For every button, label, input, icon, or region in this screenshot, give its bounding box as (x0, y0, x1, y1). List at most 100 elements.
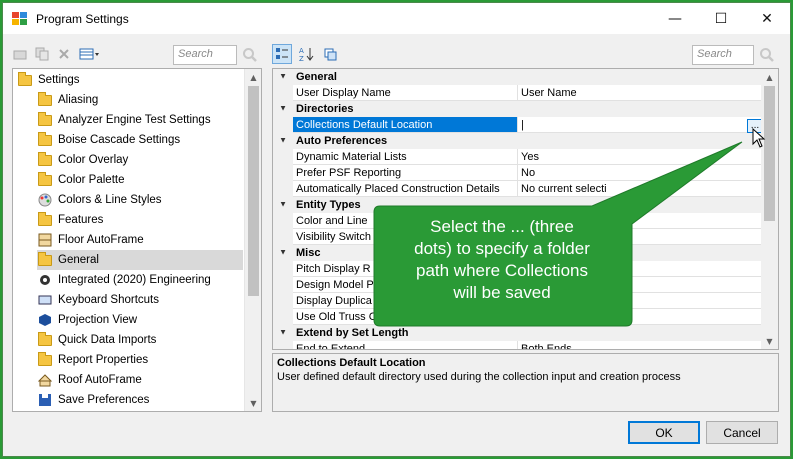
roof-frame-icon (37, 372, 53, 388)
grid-search-input[interactable]: Search (692, 45, 754, 65)
ok-button[interactable]: OK (628, 421, 700, 444)
property-value[interactable]: Yes (518, 149, 763, 165)
property-value[interactable]: User Name (518, 85, 763, 101)
scroll-up-icon[interactable]: ▲ (761, 69, 778, 85)
folder-icon (37, 151, 53, 168)
grid-scroll-thumb[interactable] (764, 86, 775, 221)
collapse-icon[interactable]: ▲ (273, 245, 293, 261)
collapse-icon[interactable]: ▲ (273, 69, 293, 85)
tree-item-label: Report Properties (58, 354, 149, 366)
palette-icon (37, 192, 53, 208)
mouse-cursor-icon (752, 128, 766, 148)
tree-item[interactable]: Color Overlay (37, 150, 243, 170)
property-name[interactable]: Prefer PSF Reporting (293, 165, 518, 181)
property-name[interactable]: Collections Default Location (293, 117, 518, 133)
tree-item[interactable]: Floor AutoFrame (37, 230, 243, 250)
floor-frame-icon (37, 232, 53, 248)
tree-item[interactable]: Quick Data Imports (37, 330, 243, 350)
folder-icon (37, 131, 53, 148)
tree-scrollbar[interactable]: ▲ ▼ (244, 69, 261, 411)
collapse-icon[interactable]: ▲ (273, 325, 293, 341)
view-options-icon[interactable] (78, 46, 102, 62)
tree-item[interactable]: Projection View (37, 310, 243, 330)
copy-icon[interactable] (34, 46, 50, 62)
folder-icon (37, 211, 53, 228)
tree-item[interactable]: Report Properties (37, 350, 243, 370)
grid-property-row[interactable]: Prefer PSF Reporting No (273, 165, 763, 181)
settings-tree[interactable]: Settings Aliasing Analyzer Engine Test Se… (12, 68, 262, 412)
category-label: Directories (296, 103, 354, 115)
scroll-up-icon[interactable]: ▲ (245, 69, 261, 85)
grid-category-row[interactable]: ▲ Directories (273, 101, 763, 117)
tree-item[interactable]: Color Palette (37, 170, 243, 190)
maximize-button[interactable]: ☐ (698, 3, 744, 34)
cancel-button[interactable]: Cancel (706, 421, 778, 444)
property-value[interactable]: No (518, 165, 763, 181)
property-name[interactable]: User Display Name (293, 85, 518, 101)
tree-item-label: Color Overlay (58, 154, 129, 166)
property-value[interactable] (518, 309, 763, 325)
search-icon[interactable] (759, 47, 775, 63)
tree-item[interactable]: Boise Cascade Settings (37, 130, 243, 150)
tree-item-settings[interactable]: Settings (17, 70, 247, 90)
search-icon[interactable] (242, 47, 258, 63)
property-grid[interactable]: ▲ General User Display Name User Name ▲ Direc… (272, 68, 779, 350)
tree-item-label: Quick Data Imports (58, 334, 157, 346)
alphabetical-sort-icon[interactable]: AZ (296, 44, 316, 64)
grid-property-row[interactable]: Use Old Truss C (273, 309, 763, 325)
property-name[interactable]: Use Old Truss C (293, 309, 518, 325)
grid-property-row[interactable]: Dynamic Material Lists Yes (273, 149, 763, 165)
grid-property-row[interactable]: User Display Name User Name (273, 85, 763, 101)
delete-icon[interactable] (56, 46, 72, 62)
tree-scroll-thumb[interactable] (248, 86, 259, 296)
grid-property-row[interactable]: Collections Default Location | (273, 117, 763, 133)
grid-category-row[interactable]: ▲ General (273, 69, 763, 85)
row-gutter (273, 341, 293, 349)
collapse-icon[interactable]: ▲ (273, 101, 293, 117)
tree-item[interactable]: Colors & Line Styles (37, 190, 243, 210)
property-value[interactable]: Both Ends (518, 341, 763, 350)
grid-category-row[interactable]: ▲ Extend by Set Length (273, 325, 763, 341)
collapse-icon[interactable]: ▲ (273, 133, 293, 149)
property-name[interactable]: Automatically Placed Construction Detail… (293, 181, 518, 197)
row-gutter (273, 261, 293, 277)
tree-item-label: Color Palette (58, 174, 125, 186)
callout-line: dots) to specify a folder (414, 239, 590, 258)
grid-property-row[interactable]: Automatically Placed Construction Detail… (273, 181, 763, 197)
tree-item[interactable]: Analyzer Engine Test Settings (37, 110, 243, 130)
tree-item-label: Projection View (58, 314, 138, 326)
app-icon (12, 11, 28, 26)
tree-item[interactable]: Features (37, 210, 243, 230)
tree-item[interactable]: Save Preferences (37, 390, 243, 410)
categorized-view-icon[interactable] (272, 44, 292, 64)
scroll-down-icon[interactable]: ▼ (761, 333, 778, 349)
close-button[interactable]: ✕ (744, 3, 790, 34)
new-folder-icon[interactable] (12, 46, 28, 62)
collapse-icon[interactable]: ▲ (273, 197, 293, 213)
property-name[interactable]: End to Extend (293, 341, 518, 349)
title-bar: Program Settings — ☐ ✕ (3, 3, 790, 34)
property-pages-icon[interactable] (320, 44, 340, 64)
grid-category-row[interactable]: ▲ Entity Types (273, 197, 763, 213)
minimize-button[interactable]: — (652, 3, 698, 34)
grid-scrollbar[interactable]: ▲ ▼ (761, 69, 778, 349)
property-value[interactable]: No current selecti (518, 181, 763, 197)
description-text: User defined default directory used duri… (277, 371, 681, 383)
tree-item[interactable]: General (37, 250, 243, 270)
tree-item[interactable]: Integrated (2020) Engineering (37, 270, 243, 290)
row-gutter (273, 309, 293, 325)
tree-item[interactable]: Aliasing (37, 90, 243, 110)
tree-search-input[interactable]: Search (173, 45, 237, 65)
tree-item-label: Boise Cascade Settings (58, 134, 181, 146)
row-gutter (273, 277, 293, 293)
grid-category-row[interactable]: ▲ Auto Preferences (273, 133, 763, 149)
property-value[interactable]: | (518, 117, 763, 133)
property-name[interactable]: Dynamic Material Lists (293, 149, 518, 165)
tree-toolbar (12, 44, 102, 64)
scroll-down-icon[interactable]: ▼ (245, 395, 261, 411)
tree-item-label: Floor AutoFrame (58, 234, 144, 246)
tree-item[interactable]: Keyboard Shortcuts (37, 290, 243, 310)
tree-item[interactable]: Roof AutoFrame (37, 370, 243, 390)
category-label: Auto Preferences (296, 135, 388, 147)
grid-property-row[interactable]: End to Extend Both Ends (273, 341, 763, 350)
